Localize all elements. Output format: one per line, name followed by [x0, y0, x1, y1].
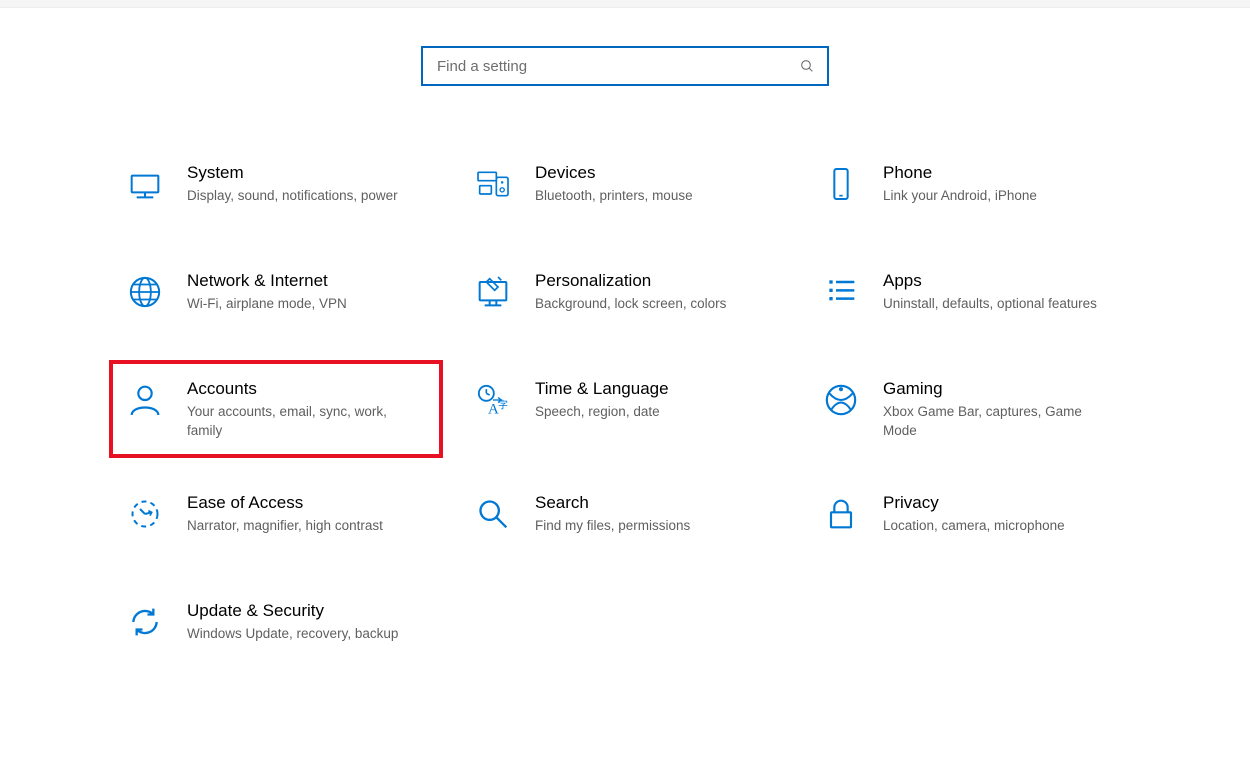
- tile-desc: Wi-Fi, airplane mode, VPN: [187, 294, 347, 313]
- tile-title: System: [187, 162, 398, 184]
- tile-desc: Bluetooth, printers, mouse: [535, 186, 693, 205]
- settings-tile-personal[interactable]: Personalization Background, lock screen, …: [463, 266, 787, 330]
- tile-title: Apps: [883, 270, 1097, 292]
- search-input[interactable]: [435, 57, 799, 76]
- settings-tile-gaming[interactable]: GamingXbox Game Bar, captures, Game Mode: [811, 374, 1135, 444]
- settings-tile-time[interactable]: Time & Language Speech, region, date: [463, 374, 787, 444]
- settings-tile-devices[interactable]: Devices Bluetooth, printers, mouse: [463, 158, 787, 222]
- network-icon: [125, 272, 165, 312]
- tile-title: Ease of Access: [187, 492, 383, 514]
- tile-desc: Xbox Game Bar, captures, Game Mode: [883, 402, 1098, 440]
- time-icon: [473, 380, 513, 420]
- tile-desc: Background, lock screen, colors: [535, 294, 726, 313]
- settings-tile-phone[interactable]: Phone Link your Android, iPhone: [811, 158, 1135, 222]
- tile-title: Gaming: [883, 378, 1098, 400]
- tile-title: Accounts: [187, 378, 402, 400]
- search-icon: [799, 58, 815, 74]
- update-icon: [125, 602, 165, 642]
- settings-tile-accounts[interactable]: AccountsYour accounts, email, sync, work…: [109, 360, 443, 458]
- window-top-strip: [0, 0, 1250, 8]
- apps-icon: [821, 272, 861, 312]
- settings-tile-apps[interactable]: Apps Uninstall, defaults, optional featur…: [811, 266, 1135, 330]
- phone-icon: [821, 164, 861, 204]
- tile-title: Phone: [883, 162, 1037, 184]
- ease-icon: [125, 494, 165, 534]
- tile-desc: Speech, region, date: [535, 402, 669, 421]
- settings-grid: System Display, sound, notifications, pow…: [115, 158, 1135, 660]
- search-box[interactable]: [421, 46, 829, 86]
- search-icon: [473, 494, 513, 534]
- gaming-icon: [821, 380, 861, 420]
- tile-title: Network & Internet: [187, 270, 347, 292]
- tile-title: Privacy: [883, 492, 1065, 514]
- tile-desc: Location, camera, microphone: [883, 516, 1065, 535]
- privacy-icon: [821, 494, 861, 534]
- accounts-icon: [125, 380, 165, 420]
- settings-tile-system[interactable]: System Display, sound, notifications, pow…: [115, 158, 439, 222]
- system-icon: [125, 164, 165, 204]
- tile-title: Update & Security: [187, 600, 398, 622]
- settings-tile-search[interactable]: Search Find my files, permissions: [463, 488, 787, 552]
- settings-tile-update[interactable]: Update & Security Windows Update, recover…: [115, 596, 439, 660]
- tile-title: Search: [535, 492, 690, 514]
- tile-desc: Your accounts, email, sync, work, family: [187, 402, 402, 440]
- tile-title: Devices: [535, 162, 693, 184]
- devices-icon: [473, 164, 513, 204]
- tile-title: Personalization: [535, 270, 726, 292]
- personal-icon: [473, 272, 513, 312]
- settings-tile-privacy[interactable]: Privacy Location, camera, microphone: [811, 488, 1135, 552]
- tile-desc: Narrator, magnifier, high contrast: [187, 516, 383, 535]
- tile-title: Time & Language: [535, 378, 669, 400]
- tile-desc: Windows Update, recovery, backup: [187, 624, 398, 643]
- tile-desc: Link your Android, iPhone: [883, 186, 1037, 205]
- settings-tile-network[interactable]: Network & Internet Wi-Fi, airplane mode, …: [115, 266, 439, 330]
- tile-desc: Display, sound, notifications, power: [187, 186, 398, 205]
- tile-desc: Uninstall, defaults, optional features: [883, 294, 1097, 313]
- tile-desc: Find my files, permissions: [535, 516, 690, 535]
- settings-tile-ease[interactable]: Ease of Access Narrator, magnifier, high …: [115, 488, 439, 552]
